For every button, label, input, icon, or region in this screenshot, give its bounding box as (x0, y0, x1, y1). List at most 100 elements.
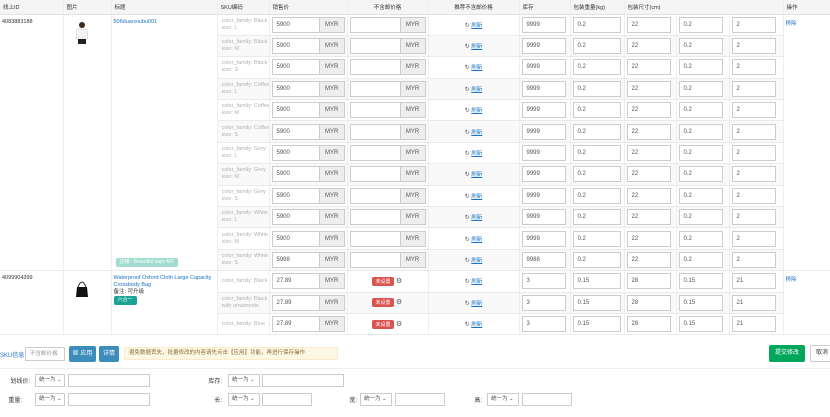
weight-input[interactable]: 0.2 (572, 187, 621, 204)
width-input[interactable]: 0.2 (678, 230, 723, 247)
height-filter-input[interactable] (522, 393, 572, 406)
length-filter-select[interactable]: 统一为 ⌄ (228, 393, 260, 406)
sale-price-input[interactable]: 5900 (271, 123, 319, 140)
stock-input[interactable]: 9999 (521, 80, 566, 97)
cancel-button[interactable]: 取消 (810, 345, 830, 362)
length-filter-input[interactable] (262, 393, 312, 406)
length-input[interactable]: 28 (626, 316, 671, 333)
sale-price-input[interactable]: 27.89 (271, 273, 319, 290)
width-input[interactable]: 0.2 (678, 16, 723, 33)
sale-price-input[interactable]: 5900 (271, 38, 319, 55)
refresh-link[interactable]: 刷新 (471, 151, 482, 157)
excl-price-input[interactable] (349, 38, 400, 55)
sale-price-input[interactable]: 5900 (271, 209, 319, 226)
refresh-link[interactable]: 刷新 (471, 65, 482, 71)
excl-price-input[interactable] (349, 80, 400, 97)
length-input[interactable]: 22 (626, 145, 671, 162)
sale-price-input[interactable]: 5900 (271, 166, 319, 183)
refresh-link[interactable]: 刷新 (471, 301, 482, 307)
refresh-link[interactable]: 刷新 (471, 87, 482, 93)
excl-price-input[interactable] (349, 166, 400, 183)
width-input[interactable]: 0.2 (678, 145, 723, 162)
length-input[interactable]: 28 (626, 294, 671, 311)
height-input[interactable]: 21 (731, 294, 776, 311)
stock-filter-input[interactable] (262, 374, 344, 387)
height-input[interactable]: 2 (731, 80, 776, 97)
stock-input[interactable]: 3 (521, 294, 566, 311)
stock-input[interactable]: 9999 (521, 145, 566, 162)
weight-input[interactable]: 0.2 (572, 230, 621, 247)
weight-input[interactable]: 0.2 (572, 166, 621, 183)
excl-price-input[interactable] (349, 251, 400, 268)
length-input[interactable]: 22 (626, 38, 671, 55)
refresh-link[interactable]: 刷新 (471, 44, 482, 50)
sale-price-input[interactable]: 5900 (271, 145, 319, 162)
excl-price-input[interactable] (349, 145, 400, 162)
width-filter-input[interactable] (395, 393, 445, 406)
price-filter-select[interactable]: 统一为 ⌄ (35, 374, 65, 387)
height-input[interactable]: 2 (731, 230, 776, 247)
sale-price-input[interactable]: 27.89 (271, 316, 319, 333)
weight-input[interactable]: 0.2 (572, 59, 621, 76)
length-input[interactable]: 28 (626, 273, 671, 290)
height-input[interactable]: 2 (731, 251, 776, 268)
excl-price-input[interactable] (349, 209, 400, 226)
sale-price-input[interactable]: 5900 (271, 80, 319, 97)
product-title-link[interactable]: Waterproof Oxford Cloth Large Capacity C… (114, 275, 215, 289)
stock-input[interactable]: 9999 (521, 38, 566, 55)
weight-input[interactable]: 0.15 (572, 316, 621, 333)
refresh-link[interactable]: 刷新 (471, 237, 482, 243)
height-input[interactable]: 2 (731, 38, 776, 55)
length-input[interactable]: 22 (626, 166, 671, 183)
length-input[interactable]: 22 (626, 209, 671, 226)
refresh-link[interactable]: 刷新 (471, 108, 482, 114)
length-input[interactable]: 22 (626, 16, 671, 33)
length-input[interactable]: 22 (626, 251, 671, 268)
stock-input[interactable]: 9999 (521, 16, 566, 33)
product-title-link[interactable]: 506duanxiubu001 (114, 19, 215, 26)
height-input[interactable]: 21 (731, 316, 776, 333)
width-input[interactable]: 0.2 (678, 187, 723, 204)
refresh-link[interactable]: 刷新 (471, 130, 482, 136)
weight-input[interactable]: 0.2 (572, 16, 621, 33)
height-input[interactable]: 2 (731, 209, 776, 226)
submit-button[interactable]: 提交修改 (769, 345, 805, 362)
weight-input[interactable]: 0.2 (572, 123, 621, 140)
width-input[interactable]: 0.2 (678, 251, 723, 268)
refresh-link[interactable]: 刷新 (471, 194, 482, 200)
length-input[interactable]: 22 (626, 123, 671, 140)
stock-input[interactable]: 9988 (521, 251, 566, 268)
stock-input[interactable]: 9999 (521, 187, 566, 204)
unset-badge[interactable]: 未设置 (372, 319, 394, 329)
height-input[interactable]: 21 (731, 273, 776, 290)
gear-icon[interactable]: ⚙ (396, 321, 403, 328)
refresh-link[interactable]: 刷新 (471, 215, 482, 221)
width-input[interactable]: 0.2 (678, 80, 723, 97)
excl-price-input[interactable] (349, 59, 400, 76)
stock-input[interactable]: 9999 (521, 59, 566, 76)
excl-price-input[interactable] (349, 187, 400, 204)
apply-button[interactable]: ▦ 应用 (69, 346, 96, 362)
height-input[interactable]: 2 (731, 145, 776, 162)
weight-input[interactable]: 0.15 (572, 294, 621, 311)
height-filter-select[interactable]: 统一为 ⌄ (487, 393, 519, 406)
stock-input[interactable]: 9999 (521, 123, 566, 140)
sale-price-input[interactable]: 5900 (271, 187, 319, 204)
weight-input[interactable]: 0.2 (572, 80, 621, 97)
stock-filter-select[interactable]: 统一为 ⌄ (228, 374, 260, 387)
width-input[interactable]: 0.15 (678, 316, 723, 333)
stock-input[interactable]: 3 (521, 316, 566, 333)
width-input[interactable]: 0.15 (678, 273, 723, 290)
height-input[interactable]: 2 (731, 166, 776, 183)
stock-input[interactable]: 9999 (521, 230, 566, 247)
refresh-link[interactable]: 刷新 (471, 23, 482, 29)
length-input[interactable]: 22 (626, 187, 671, 204)
width-input[interactable]: 0.2 (678, 209, 723, 226)
gear-icon[interactable]: ⚙ (396, 299, 403, 306)
length-input[interactable]: 22 (626, 80, 671, 97)
excl-price-input[interactable] (349, 102, 400, 119)
excl-price-input[interactable] (349, 230, 400, 247)
width-input[interactable]: 0.2 (678, 123, 723, 140)
height-input[interactable]: 2 (731, 187, 776, 204)
sale-price-input[interactable]: 5900 (271, 102, 319, 119)
